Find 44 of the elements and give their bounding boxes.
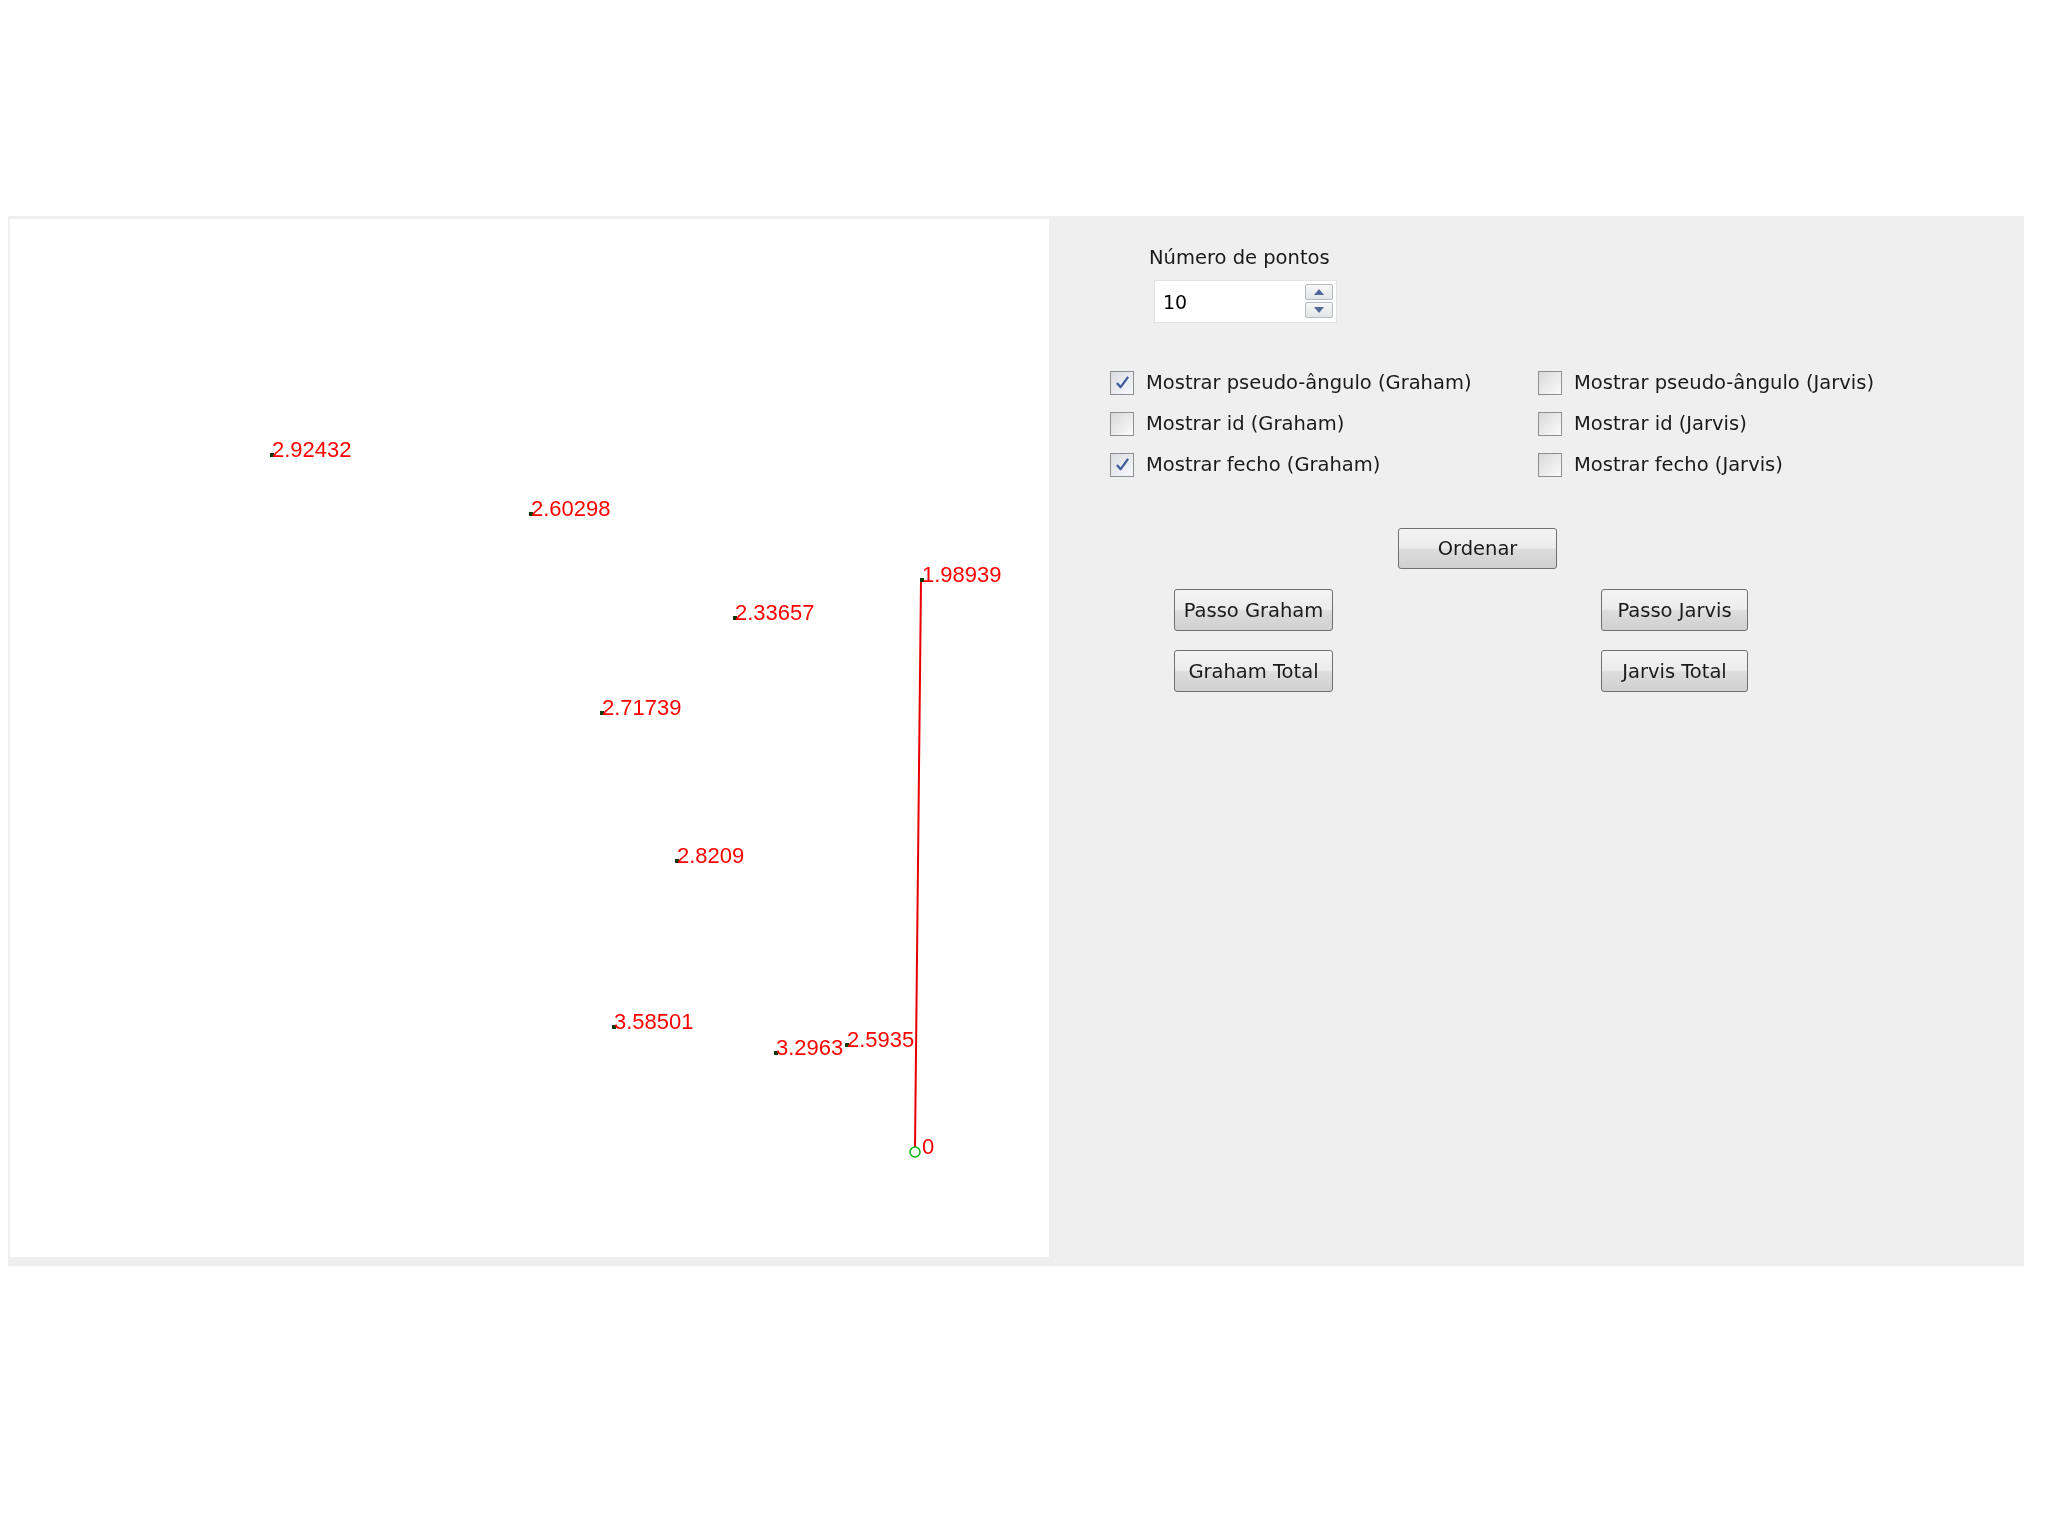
point-label: 2.8209	[677, 843, 745, 868]
step-button[interactable]: Passo Graham	[1174, 589, 1333, 631]
checkbox-label[interactable]: Mostrar id (Graham)	[1146, 412, 1345, 435]
checkmark-icon	[1114, 375, 1130, 390]
point-label: 2.5935	[847, 1027, 915, 1052]
checkbox[interactable]	[1110, 452, 1134, 477]
checkbox[interactable]	[1538, 452, 1562, 477]
point-label: 3.58501	[614, 1009, 694, 1034]
circle-marker-icon	[909, 1146, 921, 1158]
spin-up-button[interactable]	[1305, 284, 1333, 300]
sort-button[interactable]: Ordenar	[1398, 528, 1557, 569]
point-label: 2.33657	[735, 600, 815, 625]
point-label: 0	[922, 1134, 935, 1159]
point-marker-icon	[733, 616, 737, 620]
point-marker-icon	[270, 453, 274, 457]
checkbox-label[interactable]: Mostrar id (Jarvis)	[1574, 412, 1747, 435]
checkbox[interactable]	[1538, 370, 1562, 395]
point-label: 2.92432	[272, 437, 352, 462]
caret-up-icon	[1314, 289, 1324, 295]
point-label: 1.98939	[922, 562, 1002, 587]
checkbox-label[interactable]: Mostrar pseudo-ângulo (Graham)	[1146, 371, 1472, 394]
checkbox-label[interactable]: Mostrar pseudo-ângulo (Jarvis)	[1574, 371, 1874, 394]
point-marker-icon	[675, 859, 679, 863]
checkmark-icon	[1114, 457, 1130, 472]
point-label: 2.71739	[602, 695, 682, 720]
checkbox[interactable]	[1538, 411, 1562, 436]
point-label: 3.2963	[776, 1035, 844, 1060]
point-marker-icon	[600, 711, 604, 715]
point-marker-icon	[529, 512, 533, 516]
point-label: 2.60298	[531, 496, 611, 521]
field-label: Número de pontos	[1149, 246, 1330, 270]
step-button[interactable]: Passo Jarvis	[1601, 589, 1748, 631]
checkbox-label[interactable]: Mostrar fecho (Jarvis)	[1574, 453, 1783, 476]
checkbox[interactable]	[1110, 370, 1134, 395]
point-marker-icon	[920, 578, 924, 582]
caret-down-icon	[1314, 307, 1324, 313]
point-marker-icon	[774, 1051, 778, 1055]
run-all-button[interactable]: Graham Total	[1174, 650, 1333, 692]
run-all-button[interactable]: Jarvis Total	[1601, 650, 1748, 692]
checkbox[interactable]	[1110, 411, 1134, 436]
point-marker-icon	[612, 1025, 616, 1029]
point-marker-icon	[845, 1043, 849, 1047]
spin-down-button[interactable]	[1305, 302, 1333, 318]
checkbox-label[interactable]: Mostrar fecho (Graham)	[1146, 453, 1381, 476]
